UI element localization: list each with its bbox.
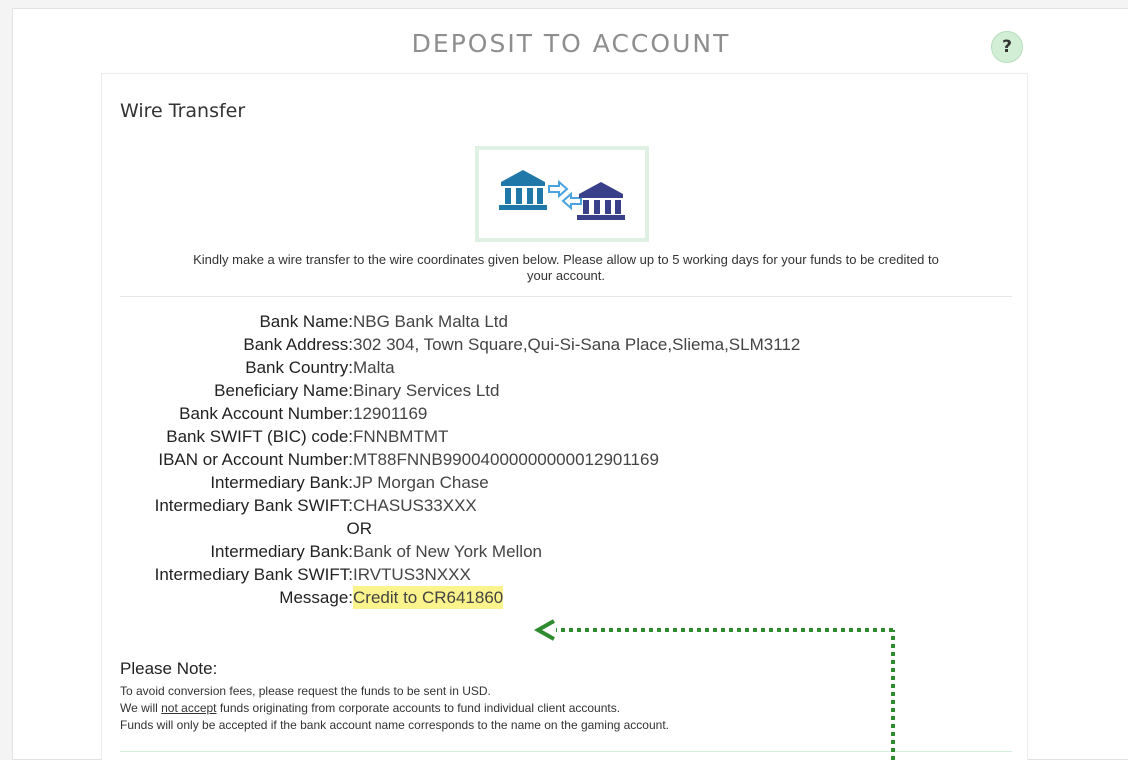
arrow-head bbox=[533, 619, 555, 641]
annotation-arrow bbox=[533, 619, 895, 760]
